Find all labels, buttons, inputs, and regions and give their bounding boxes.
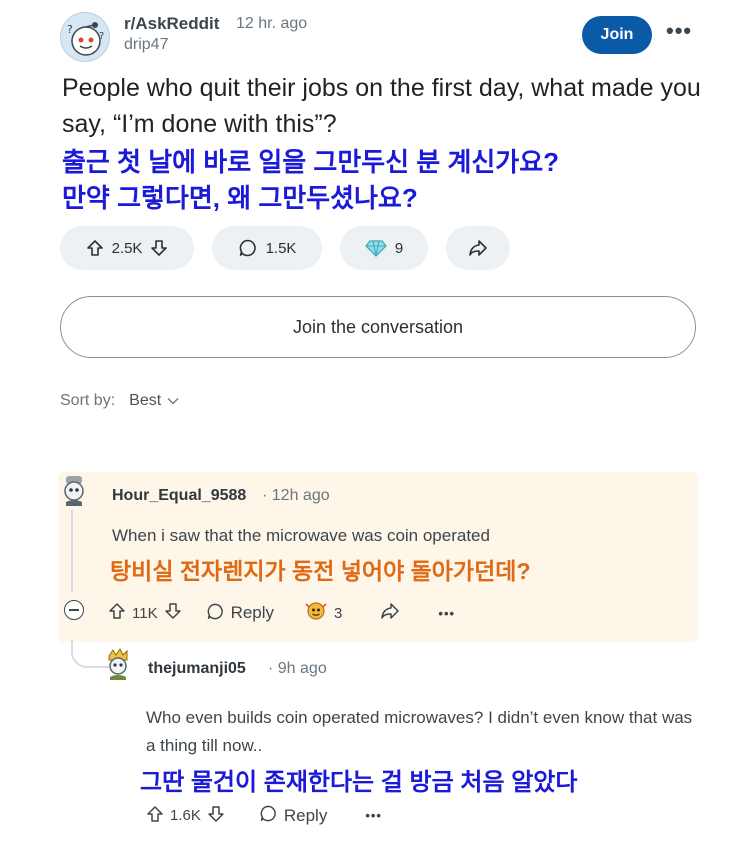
more-icon[interactable]: ••• xyxy=(666,18,692,44)
reply-button[interactable]: Reply xyxy=(206,602,274,625)
subreddit-avatar-icon[interactable]: ? ? xyxy=(60,12,110,62)
comment-count: 1.5K xyxy=(265,239,297,257)
comment-text: Who even builds coin operated microwaves… xyxy=(146,708,693,755)
share-button[interactable] xyxy=(446,226,510,270)
comment-time: · 9h ago xyxy=(268,660,327,677)
comment-time-value: 9h ago xyxy=(277,660,327,677)
user-avatar-icon[interactable] xyxy=(104,648,132,680)
comment-icon xyxy=(259,804,278,827)
award-icon xyxy=(304,600,328,626)
award-count: 9 xyxy=(394,239,404,257)
translation-line-2: 만약 그렇다면, 왜 그만두셨나요? xyxy=(62,183,418,213)
comment-text: When i saw that the microwave was coin o… xyxy=(112,526,490,545)
reply-button[interactable]: Reply xyxy=(259,804,327,827)
user-avatar-icon[interactable] xyxy=(60,474,88,506)
award-icon xyxy=(365,239,387,257)
share-icon xyxy=(468,239,488,257)
comment-author[interactable]: thejumanji05 xyxy=(148,660,246,678)
translation-line-1: 출근 첫 날에 바로 일을 그만두신 분 계신가요? xyxy=(62,147,560,177)
upvote-icon[interactable] xyxy=(108,602,126,624)
comment-award-count: 3 xyxy=(334,604,343,622)
reply-label: Reply xyxy=(283,805,328,825)
join-button[interactable]: Join xyxy=(582,16,652,54)
more-icon[interactable]: ••• xyxy=(365,808,382,823)
award-button[interactable]: 9 xyxy=(340,226,428,270)
comments-button[interactable]: 1.5K xyxy=(212,226,322,270)
post-time: 12 hr. ago xyxy=(236,15,308,32)
reply-label: Reply xyxy=(230,603,275,622)
comment-icon xyxy=(238,238,258,258)
post-title-translation: 출근 첫 날에 바로 일을 그만두신 분 계신가요? 만약 그렇다면, 왜 그만… xyxy=(62,144,722,216)
comment-translation: 그딴 물건이 존재한다는 걸 방금 처음 알았다 xyxy=(140,769,578,796)
sort-value: Best xyxy=(129,392,162,409)
svg-text:?: ? xyxy=(99,31,104,42)
collapse-icon[interactable] xyxy=(64,600,84,620)
svg-text:?: ? xyxy=(67,23,73,36)
upvote-icon[interactable] xyxy=(146,805,164,827)
comment-vote-count: 1.6K xyxy=(170,807,201,824)
comment-icon xyxy=(206,602,225,625)
comment-actions: 1.6K Reply ••• xyxy=(146,804,382,827)
comment-author[interactable]: Hour_Equal_9588 xyxy=(112,487,246,505)
vote-count: 2.5K xyxy=(111,239,143,257)
sort-bar: Sort by: Best xyxy=(60,392,179,410)
comment-vote: 1.6K xyxy=(146,805,225,827)
comment-vote-count: 11K xyxy=(132,604,158,622)
share-button[interactable] xyxy=(380,602,400,624)
comment-award[interactable]: 3 xyxy=(304,600,342,626)
downvote-icon[interactable] xyxy=(207,805,225,827)
downvote-icon[interactable] xyxy=(164,602,182,624)
vote-pill: 2.5K xyxy=(60,226,194,270)
comment-actions: 11K Reply 3 ••• xyxy=(108,600,455,626)
join-conversation-input[interactable]: Join the conversation xyxy=(60,296,696,358)
post-author[interactable]: drip47 xyxy=(124,36,168,54)
comment-translation: 탕비실 전자렌지가 동전 넣어야 돌아가던데? xyxy=(110,558,531,584)
comment-vote: 11K xyxy=(108,602,182,624)
chevron-down-icon xyxy=(167,392,179,410)
more-icon[interactable]: ••• xyxy=(438,606,455,621)
subreddit-name[interactable]: r/AskReddit xyxy=(124,14,219,34)
comment-time-value: 12h ago xyxy=(271,487,330,504)
post-title: People who quit their jobs on the first … xyxy=(62,74,701,138)
share-icon xyxy=(380,602,400,624)
downvote-icon[interactable] xyxy=(150,239,168,257)
sort-label: Sort by: xyxy=(60,392,116,409)
sort-dropdown[interactable]: Best xyxy=(129,392,179,410)
comment-time: · 12h ago xyxy=(262,487,330,504)
thread-line xyxy=(71,510,73,592)
upvote-icon[interactable] xyxy=(86,239,104,257)
